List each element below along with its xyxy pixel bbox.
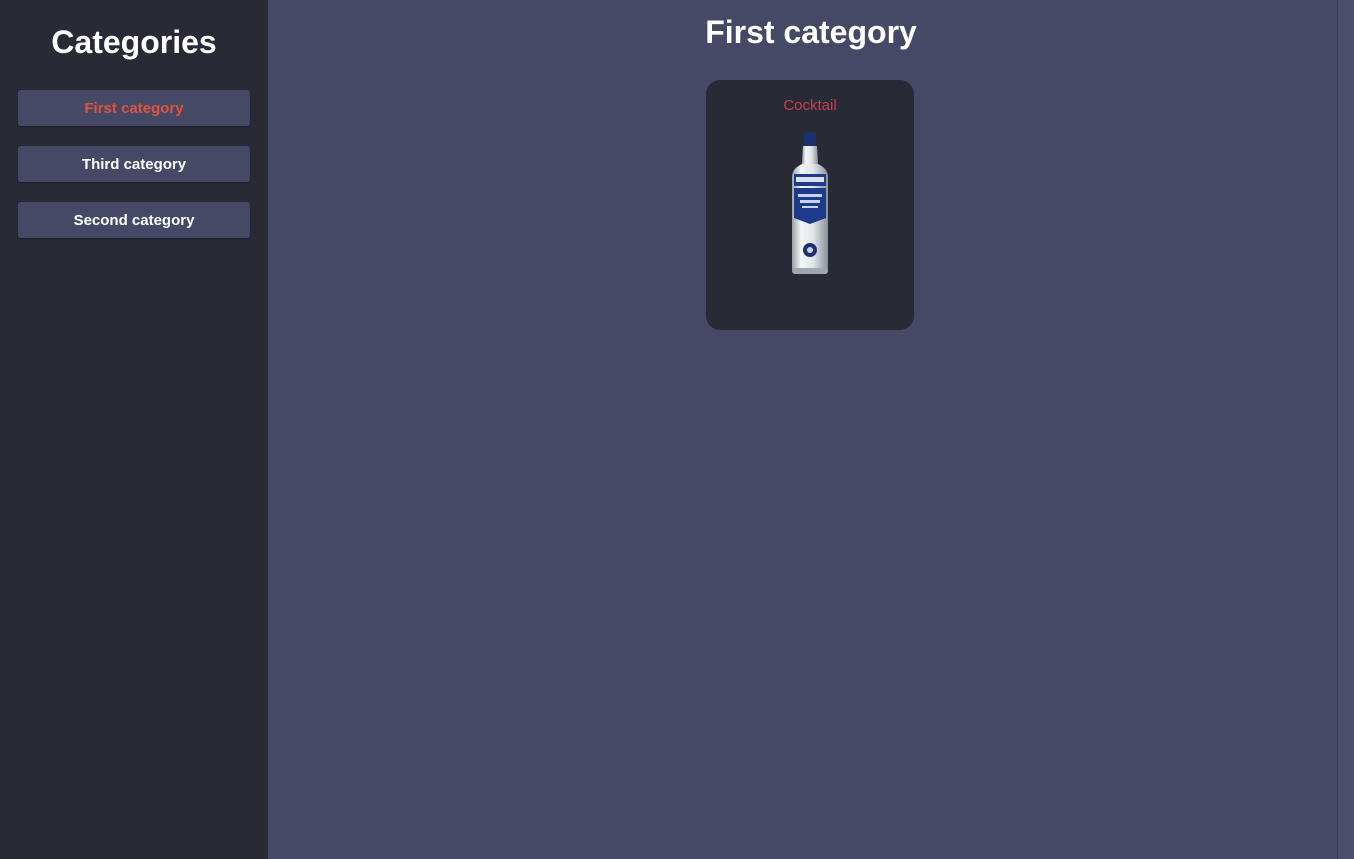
app-root: Categories First category Third category… — [0, 0, 1354, 859]
gin-bottle-icon — [788, 130, 832, 283]
main-content: First category Cocktail — [268, 0, 1354, 859]
card-title: Cocktail — [783, 97, 837, 114]
category-button-third[interactable]: Third category — [18, 146, 250, 182]
page-title: First category — [705, 14, 917, 50]
sidebar: Categories First category Third category… — [0, 0, 268, 859]
sidebar-title: Categories — [51, 24, 217, 60]
scrollbar[interactable] — [1337, 0, 1354, 859]
category-list: First category Third category Second cat… — [0, 90, 268, 258]
product-card[interactable]: Cocktail — [706, 80, 914, 330]
category-button-first[interactable]: First category — [18, 90, 250, 126]
category-button-second[interactable]: Second category — [18, 202, 250, 238]
card-grid: Cocktail — [268, 80, 1354, 330]
